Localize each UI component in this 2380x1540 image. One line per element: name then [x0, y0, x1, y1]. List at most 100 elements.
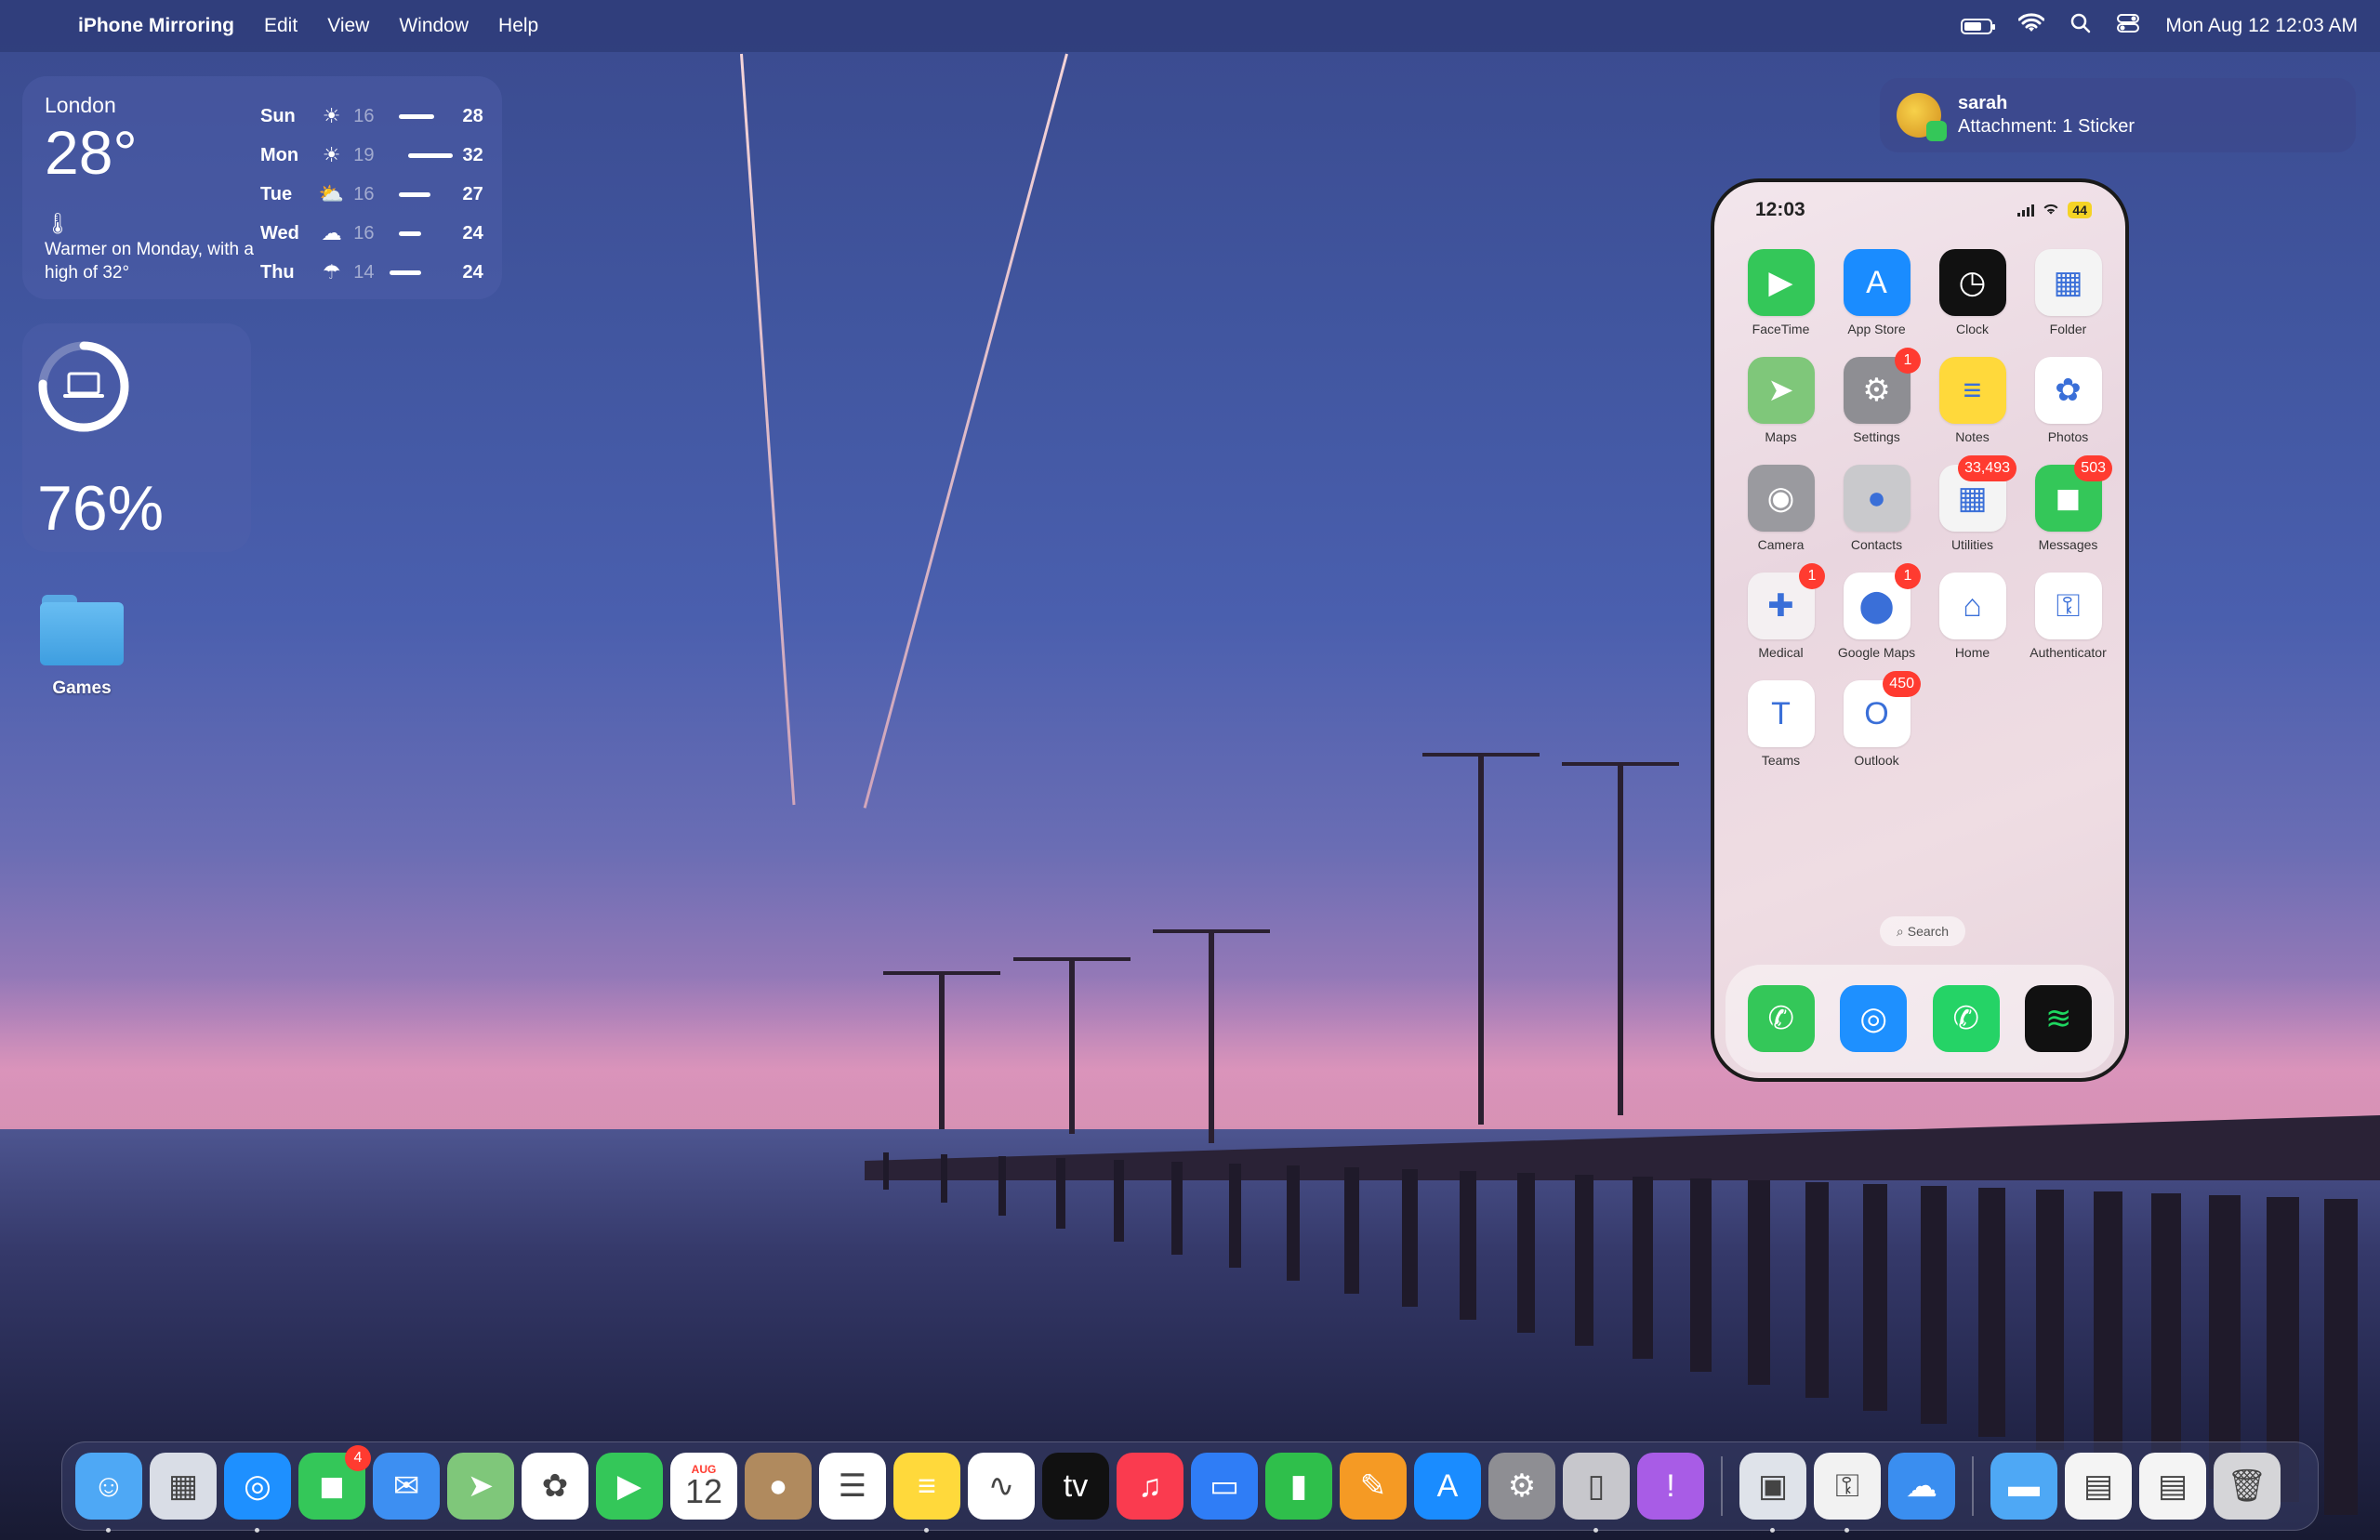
iphone-app-notes[interactable]: ≡ Notes — [1924, 357, 2020, 444]
weather-widget[interactable]: London 28° 🌡 Warmer on Monday, with a hi… — [22, 76, 502, 299]
trash-icon[interactable]: 🗑 — [2214, 1453, 2281, 1520]
freeform-icon[interactable]: ∿ — [968, 1453, 1035, 1520]
control-center-icon[interactable] — [2117, 13, 2140, 39]
dock: ☺ ▦ ◎ ◼ 4 ✉ ➤ ✿ ▶ AUG 12 ● ☰ ≡ ∿ tv ♫ ▭ ▮ ✎ A ⚙ ▯! ▣ ⚿ ☁ ▬ ▤ ▤ 🗑 — [61, 1441, 2319, 1533]
forecast-row: Sun ☀ 16 28 — [260, 97, 493, 136]
menu-window[interactable]: Window — [399, 15, 469, 37]
documents-stack-icon[interactable]: ▤ — [2065, 1453, 2132, 1520]
safari-icon[interactable]: ◎ — [224, 1453, 291, 1533]
iphone-app-messages[interactable]: ◼ 503 Messages — [2020, 455, 2116, 552]
music-icon[interactable]: ♫ — [1117, 1453, 1183, 1520]
iphone-status-bar: 12:03 44 — [1755, 199, 2092, 221]
iphone-app-app-store[interactable]: A App Store — [1829, 249, 1924, 336]
menu-view[interactable]: View — [327, 15, 369, 37]
battery-ring — [38, 341, 129, 432]
iphone-app-authenticator[interactable]: ⚿ Authenticator — [2020, 573, 2116, 660]
forecast-row: Mon ☀ 19 32 — [260, 136, 493, 175]
spotify-icon[interactable]: ≋ — [2025, 985, 2093, 1052]
iphone-app-photos[interactable]: ✿ Photos — [2020, 357, 2116, 444]
folder-stack-icon[interactable]: ▬ — [1990, 1453, 2057, 1520]
battery-widget[interactable]: 76% — [22, 323, 251, 552]
tv-icon[interactable]: tv — [1042, 1453, 1109, 1520]
running-indicator — [1844, 1528, 1849, 1533]
running-indicator — [1770, 1528, 1775, 1533]
sun-icon: ☀ — [322, 104, 341, 127]
app-label: Home — [1954, 645, 1990, 660]
weather-note: Warmer on Monday, with a high of 32° — [45, 240, 254, 283]
iphone-mirroring-window[interactable]: 12:03 44 ▶ FaceTime A App Store ◷ Clock ▦ Folde… — [1711, 178, 2129, 1082]
contacts-icon[interactable]: ● — [745, 1453, 812, 1520]
iphone-mirroring-icon[interactable]: ▯ — [1563, 1453, 1630, 1533]
calendar-icon[interactable]: AUG 12 — [670, 1453, 737, 1520]
iphone-app-maps[interactable]: ➤ Maps — [1733, 357, 1829, 444]
iphone-app-facetime[interactable]: ▶ FaceTime — [1733, 249, 1829, 336]
app-label: Photos — [2047, 429, 2089, 444]
iphone-app-medical[interactable]: ✚ 1 Medical — [1733, 563, 1829, 660]
maps-icon[interactable]: ➤ — [447, 1453, 514, 1520]
downloads-stack-icon[interactable]: ▤ — [2139, 1453, 2206, 1520]
photos-icon[interactable]: ✿ — [522, 1453, 588, 1520]
iphone-app-contacts[interactable]: ● Contacts — [1829, 465, 1924, 552]
whatsapp-icon[interactable]: ✆ — [1932, 985, 2000, 1052]
temperature-range-bar — [390, 152, 454, 158]
clock-icon: ◷ — [1938, 249, 2006, 316]
iphone-app-home[interactable]: ⌂ Home — [1924, 573, 2020, 660]
iphone-app-utilities[interactable]: ▦ 33,493 Utilities — [1924, 455, 2020, 552]
finder-icon[interactable]: ☺ — [75, 1453, 142, 1533]
launchpad-icon[interactable]: ▦ — [150, 1453, 217, 1520]
reminders-icon[interactable]: ☰ — [819, 1453, 886, 1520]
system-settings-icon[interactable]: ⚙ — [1488, 1453, 1555, 1520]
iphone-app-outlook[interactable]: O 450 Outlook — [1829, 671, 1924, 768]
app-label: Clock — [1955, 322, 1989, 336]
menu-help[interactable]: Help — [498, 15, 538, 37]
search-icon: ⌕ — [1896, 923, 1904, 939]
temperature-range-bar — [390, 113, 454, 119]
messages-icon[interactable]: ◼ 4 — [298, 1445, 371, 1520]
menu-extras: Mon Aug 12 12:03 AM — [1961, 13, 2358, 39]
wifi-icon[interactable] — [2017, 13, 2045, 39]
temperature-range-bar — [389, 270, 454, 275]
laptop-icon — [63, 372, 104, 398]
iphone-app-teams[interactable]: T Teams — [1733, 680, 1829, 768]
keynote-icon[interactable]: ▭ — [1191, 1453, 1258, 1520]
home-search-label: Search — [1907, 924, 1950, 939]
mail-icon[interactable]: ✉ — [373, 1453, 440, 1520]
iphone-battery-indicator: 44 — [2068, 202, 2092, 218]
authenticator-icon: ⚿ — [2034, 573, 2102, 639]
desktop-folder-games[interactable]: Games — [37, 595, 126, 699]
phone-icon[interactable]: ✆ — [1747, 985, 1815, 1052]
forecast-day: Wed — [260, 222, 299, 244]
pages-icon[interactable]: ✎ — [1340, 1453, 1407, 1520]
numbers-icon[interactable]: ▮ — [1265, 1453, 1332, 1520]
iphone-app-clock[interactable]: ◷ Clock — [1924, 249, 2020, 336]
battery-icon[interactable] — [1961, 18, 1996, 34]
photos-icon: ✿ — [2034, 357, 2102, 424]
forecast-row: Tue ⛅ 16 27 — [260, 175, 493, 214]
iphone-app-settings[interactable]: ⚙ 1 Settings — [1829, 348, 1924, 444]
forecast-high: 28 — [462, 105, 483, 126]
home-search-button[interactable]: ⌕ Search — [1880, 916, 1965, 946]
weather-icon[interactable]: ☁ — [1888, 1453, 1955, 1520]
feedback-icon[interactable]: ! — [1637, 1453, 1704, 1520]
sticker-avatar-icon — [1897, 93, 1947, 141]
app-store-icon[interactable]: A — [1414, 1453, 1481, 1520]
iphone-app-google-maps[interactable]: ⬤ 1 Google Maps — [1829, 563, 1924, 660]
keychain-icon[interactable]: ⚿ — [1814, 1453, 1881, 1533]
spotlight-search-icon[interactable] — [2070, 13, 2091, 39]
message-notification[interactable]: sarah Attachment: 1 Sticker — [1880, 78, 2356, 152]
forecast-day: Tue — [260, 183, 293, 204]
forecast-low: 16 — [353, 183, 375, 204]
desktop-folder-label: Games — [52, 678, 112, 698]
app-label: Settings — [1853, 429, 1900, 444]
menubar-clock[interactable]: Mon Aug 12 12:03 AM — [2165, 15, 2358, 37]
preview-icon[interactable]: ▣ — [1739, 1453, 1806, 1533]
iphone-app-folder[interactable]: ▦ Folder — [2020, 249, 2116, 336]
iphone-app-camera[interactable]: ◉ Camera — [1733, 465, 1829, 552]
safari-icon[interactable]: ◎ — [1840, 985, 1908, 1052]
notification-badge: 33,493 — [1958, 455, 2016, 481]
menu-edit[interactable]: Edit — [264, 15, 298, 37]
notes-icon[interactable]: ≡ — [893, 1453, 960, 1533]
forecast-low: 16 — [353, 105, 375, 126]
app-menu[interactable]: iPhone Mirroring — [78, 15, 234, 37]
facetime-icon[interactable]: ▶ — [596, 1453, 663, 1520]
